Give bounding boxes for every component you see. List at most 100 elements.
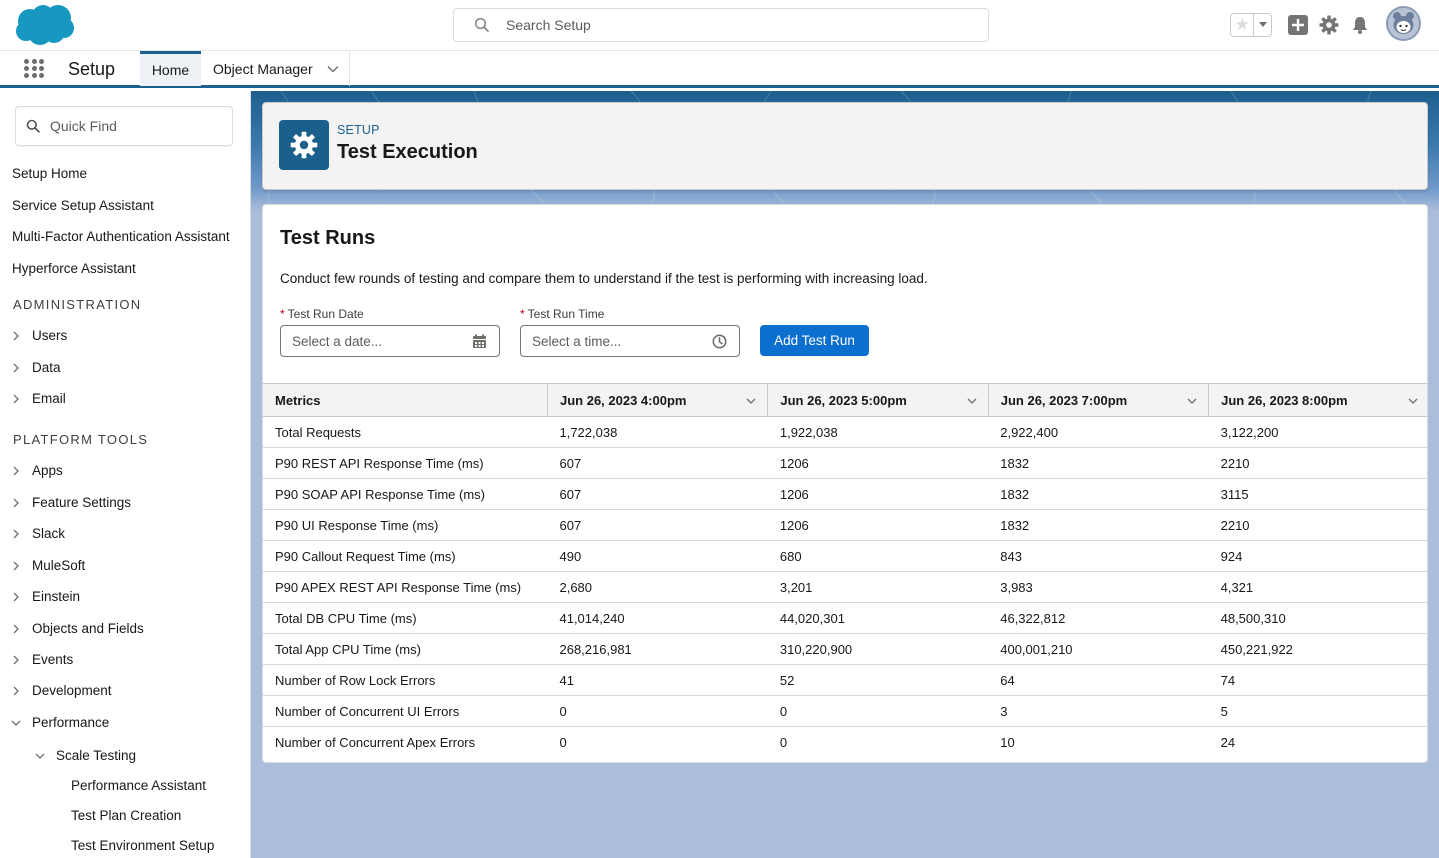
sidebar-item-label: Events xyxy=(32,652,74,667)
test-run-date-input[interactable] xyxy=(292,333,462,349)
table-row: Total DB CPU Time (ms) 41,014,240 44,020,3… xyxy=(263,602,1427,634)
global-search[interactable] xyxy=(453,8,989,42)
sidebar-item-label: Development xyxy=(32,683,112,698)
sidebar-section-platform-tools: PLATFORM TOOLS xyxy=(13,432,149,447)
sidebar-item-einstein[interactable]: Einstein xyxy=(10,589,80,604)
sidebar-item-label: Performance xyxy=(32,715,110,730)
metric-value-cell: 41 xyxy=(547,664,768,696)
metric-value-cell: 41,014,240 xyxy=(547,602,768,634)
context-bar: Setup Home Object Manager xyxy=(0,50,1439,88)
sidebar-item-users[interactable]: Users xyxy=(10,328,67,343)
sidebar-item-development[interactable]: Development xyxy=(10,683,112,698)
sidebar-link-service-setup-assistant[interactable]: Service Setup Assistant xyxy=(12,198,154,213)
chevron-down-icon[interactable] xyxy=(1407,395,1419,407)
chevron-down-icon[interactable] xyxy=(745,395,757,407)
chevron-down-icon[interactable] xyxy=(10,717,22,729)
sidebar-item-performance[interactable]: Performance xyxy=(10,715,109,730)
chevron-right-icon[interactable] xyxy=(10,362,22,374)
sidebar-item-scale-testing[interactable]: Scale Testing xyxy=(34,748,136,763)
metric-value-cell: 0 xyxy=(559,734,567,750)
chevron-right-icon[interactable] xyxy=(10,465,22,477)
user-avatar[interactable] xyxy=(1386,6,1421,41)
sidebar-link-test-plan-creation[interactable]: Test Plan Creation xyxy=(71,808,181,823)
chevron-down-icon[interactable] xyxy=(966,395,978,407)
chevron-right-icon[interactable] xyxy=(10,528,22,540)
chevron-right-icon[interactable] xyxy=(10,393,22,405)
calendar-icon[interactable] xyxy=(472,334,487,349)
salesforce-logo[interactable] xyxy=(14,4,76,46)
chevron-right-icon[interactable] xyxy=(10,330,22,342)
column-header-label: Jun 26, 2023 4:00pm xyxy=(559,392,687,408)
sidebar-item-apps[interactable]: Apps xyxy=(10,463,63,478)
app-launcher-icon[interactable] xyxy=(24,59,44,79)
gear-icon xyxy=(279,120,329,170)
favorites-star-icon[interactable]: ★ xyxy=(1231,14,1255,36)
chevron-right-icon[interactable] xyxy=(10,591,22,603)
metric-name-cell: Number of Concurrent Apex Errors xyxy=(275,734,476,750)
tab-object-manager[interactable]: Object Manager xyxy=(201,51,350,86)
metric-value-cell: 24 xyxy=(1220,734,1236,750)
chevron-right-icon[interactable] xyxy=(10,560,22,572)
quick-find-input[interactable] xyxy=(50,118,220,134)
metric-value-cell: 1832 xyxy=(988,478,1209,510)
chevron-down-icon[interactable] xyxy=(327,63,339,75)
metric-value-cell: 3 xyxy=(988,695,1209,727)
column-header-run-2[interactable]: Jun 26, 2023 5:00pm xyxy=(767,383,989,417)
chevron-down-icon[interactable] xyxy=(34,750,46,762)
search-setup-input[interactable] xyxy=(506,17,946,33)
sidebar-item-events[interactable]: Events xyxy=(10,652,73,667)
metric-value-cell: 607 xyxy=(547,478,768,510)
sidebar-item-mulesoft[interactable]: MuleSoft xyxy=(10,558,85,573)
sidebar-link-mfa-assistant[interactable]: Multi-Factor Authentication Assistant xyxy=(12,229,230,244)
test-run-time-field[interactable] xyxy=(520,325,740,357)
metric-value-cell: 1832 xyxy=(988,509,1209,541)
chevron-right-icon[interactable] xyxy=(10,685,22,697)
column-header-label: Jun 26, 2023 7:00pm xyxy=(1000,392,1128,408)
sidebar-link-test-environment-setup[interactable]: Test Environment Setup xyxy=(71,838,214,853)
sidebar-item-slack[interactable]: Slack xyxy=(10,526,65,541)
required-marker: * xyxy=(520,307,525,321)
sidebar-link-setup-home[interactable]: Setup Home xyxy=(12,166,87,181)
metric-value-cell: 3115 xyxy=(1208,478,1427,510)
tab-object-manager-label: Object Manager xyxy=(213,60,313,77)
chevron-right-icon[interactable] xyxy=(10,623,22,635)
column-header-run-3[interactable]: Jun 26, 2023 7:00pm xyxy=(988,383,1210,417)
metric-name-cell: Total App CPU Time (ms) xyxy=(263,633,548,665)
sidebar-item-label: Slack xyxy=(32,526,66,541)
chevron-right-icon[interactable] xyxy=(10,497,22,509)
notifications-bell-icon[interactable] xyxy=(1349,14,1371,36)
sidebar-item-label: Data xyxy=(32,360,61,375)
test-run-time-label: * Test Run Time xyxy=(520,307,604,321)
metric-value-cell: 680 xyxy=(767,540,989,572)
sidebar-item-objects-and-fields[interactable]: Objects and Fields xyxy=(10,621,144,636)
metric-value-cell: 5 xyxy=(1208,695,1427,727)
metric-value-cell: 1,722,038 xyxy=(547,416,768,448)
column-header-run-1[interactable]: Jun 26, 2023 4:00pm xyxy=(547,383,769,417)
metric-value-cell: 52 xyxy=(767,664,989,696)
quick-find-box[interactable] xyxy=(15,106,233,146)
sidebar-item-label: Objects and Fields xyxy=(32,621,144,636)
table-row: Total Requests 1,722,038 1,922,038 2,922,40… xyxy=(263,416,1427,448)
table-row: P90 APEX REST API Response Time (ms) 2,68… xyxy=(263,571,1427,603)
sidebar-item-email[interactable]: Email xyxy=(10,391,66,406)
chevron-down-icon[interactable] xyxy=(1186,395,1198,407)
global-actions-plus-icon[interactable] xyxy=(1287,14,1309,36)
column-header-run-4[interactable]: Jun 26, 2023 8:00pm xyxy=(1208,383,1427,417)
metric-name-cell: P90 REST API Response Time (ms) xyxy=(263,447,548,479)
sidebar-item-data[interactable]: Data xyxy=(10,360,61,375)
page-title: Test Execution xyxy=(337,141,478,163)
table-row: P90 UI Response Time (ms) 607 1206 1832 2210 xyxy=(263,509,1427,541)
test-run-time-input[interactable] xyxy=(532,333,702,349)
metric-value-cell: 1206 xyxy=(767,478,989,510)
sidebar-link-performance-assistant[interactable]: Performance Assistant xyxy=(71,778,206,793)
test-run-date-field[interactable] xyxy=(280,325,500,357)
sidebar-item-feature-settings[interactable]: Feature Settings xyxy=(10,495,131,510)
favorites-dropdown-icon[interactable] xyxy=(1254,14,1271,36)
tab-home[interactable]: Home xyxy=(140,51,201,86)
metric-value-cell: 400,001,210 xyxy=(988,633,1209,665)
setup-gear-icon[interactable] xyxy=(1318,14,1340,36)
sidebar-link-hyperforce-assistant[interactable]: Hyperforce Assistant xyxy=(12,261,136,276)
clock-icon[interactable] xyxy=(712,334,727,349)
add-test-run-button[interactable]: Add Test Run xyxy=(760,325,869,356)
chevron-right-icon[interactable] xyxy=(10,654,22,666)
